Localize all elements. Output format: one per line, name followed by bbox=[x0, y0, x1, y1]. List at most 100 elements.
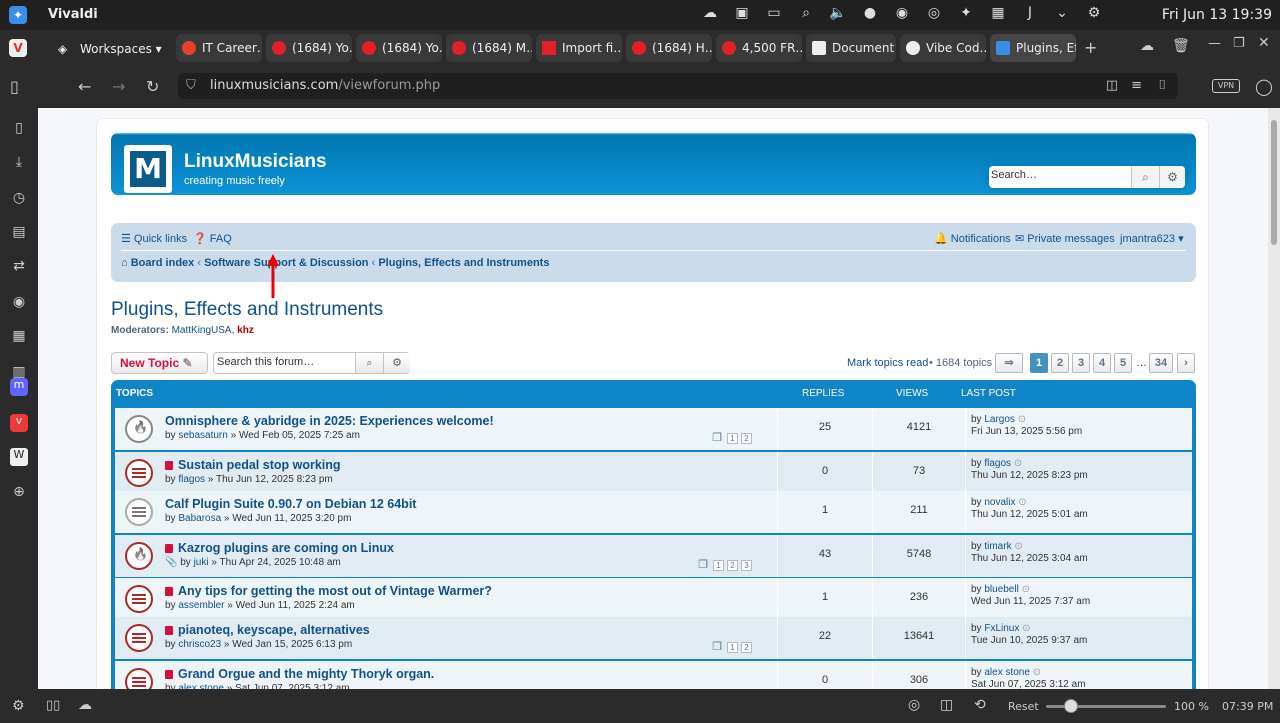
settings-icon[interactable]: ⚙ bbox=[1084, 5, 1104, 21]
topic-page-link[interactable]: 1 bbox=[713, 560, 724, 571]
minimize-button[interactable]: — bbox=[1208, 36, 1221, 51]
quick-links-link[interactable]: ☰ Quick links bbox=[121, 232, 187, 245]
goto-last-post-icon[interactable]: ⊙ bbox=[1019, 623, 1030, 634]
topic-title-link[interactable]: Kazrog plugins are coming on Linux bbox=[165, 541, 394, 555]
topic-title-link[interactable]: Omnisphere & yabridge in 2025: Experienc… bbox=[165, 414, 494, 428]
topic-author-link[interactable]: flagos bbox=[178, 474, 205, 485]
clipboard-icon[interactable]: ▦ bbox=[988, 5, 1008, 21]
moderator-link[interactable]: MattKingUSA bbox=[172, 325, 232, 336]
search-icon[interactable]: ⌕ bbox=[355, 353, 383, 373]
url-field[interactable]: ⛉ linuxmusicians.com/viewforum.php ◫ ≡ ⌷ bbox=[178, 73, 1178, 99]
tray-app-icon[interactable]: ◉ bbox=[892, 5, 912, 21]
topic-page-link[interactable]: 2 bbox=[727, 560, 738, 571]
screenshot-icon[interactable]: ▣ bbox=[732, 5, 752, 21]
unread-post-icon[interactable] bbox=[165, 544, 173, 553]
vivaldi-menu-icon[interactable]: ✦ bbox=[9, 6, 27, 24]
tab-8[interactable]: Document bbox=[806, 34, 896, 62]
topic-page-link[interactable]: 1 bbox=[727, 433, 738, 444]
forward-button[interactable]: → bbox=[112, 77, 125, 96]
topic-page-link[interactable]: 3 bbox=[741, 560, 752, 571]
goto-last-post-icon[interactable]: ⊙ bbox=[1019, 584, 1030, 595]
unread-post-icon[interactable] bbox=[165, 587, 173, 596]
jump-to-page-button[interactable]: ⇒ bbox=[995, 353, 1023, 373]
topic-title-link[interactable]: Grand Orgue and the mighty Thoryk organ. bbox=[165, 667, 434, 681]
next-page-button[interactable]: › bbox=[1177, 353, 1195, 373]
tab-6[interactable]: (1684) H… bbox=[626, 34, 712, 62]
tab-7[interactable]: 4,500 FR… bbox=[716, 34, 802, 62]
tab-1[interactable]: IT Career… bbox=[176, 34, 262, 62]
reader-icon[interactable]: ≡ bbox=[1131, 73, 1142, 99]
chevron-down-icon[interactable]: ⌄ bbox=[1052, 5, 1072, 21]
zoom-reset-button[interactable]: Reset bbox=[1008, 700, 1039, 713]
topic-title-link[interactable]: Any tips for getting the most out of Vin… bbox=[165, 584, 492, 598]
zoom-slider[interactable] bbox=[1046, 699, 1166, 713]
user-menu[interactable]: jmantra623 ▾ bbox=[1120, 232, 1184, 245]
tray-app3-icon[interactable]: ✦ bbox=[956, 5, 976, 21]
page-3[interactable]: 3 bbox=[1072, 353, 1090, 373]
tray-app4-icon[interactable]: J bbox=[1020, 5, 1040, 21]
topic-title-link[interactable]: pianoteq, keyscape, alternatives bbox=[165, 623, 370, 637]
wikipedia-icon[interactable]: W bbox=[10, 448, 28, 466]
forum-search-input[interactable]: Search this forum… bbox=[217, 356, 314, 368]
rss-icon[interactable]: ◫ bbox=[1106, 73, 1118, 99]
bookmark-icon[interactable]: ⌷ bbox=[1158, 73, 1166, 99]
site-name[interactable]: LinuxMusicians bbox=[184, 151, 327, 173]
tab-active[interactable]: Plugins, Eff bbox=[990, 34, 1076, 62]
vivaldi-logo-icon[interactable]: V bbox=[9, 39, 27, 57]
goto-last-post-icon[interactable]: ⊙ bbox=[1015, 414, 1026, 425]
topic-author-link[interactable]: Babarosa bbox=[178, 513, 221, 524]
topic-page-link[interactable]: 1 bbox=[727, 642, 738, 653]
tab-5[interactable]: Import fi… bbox=[536, 34, 622, 62]
topic-page-link[interactable]: 2 bbox=[741, 642, 752, 653]
notes-panel-icon[interactable]: ▤ bbox=[10, 224, 28, 242]
topic-title-link[interactable]: Calf Plugin Suite 0.90.7 on Debian 12 64… bbox=[165, 497, 416, 511]
goto-last-post-icon[interactable]: ⊙ bbox=[1030, 667, 1041, 678]
reading-panel-icon[interactable]: ◉ bbox=[10, 294, 28, 312]
reload-button[interactable]: ↻ bbox=[146, 77, 159, 96]
goto-last-post-icon[interactable]: ⊙ bbox=[1012, 541, 1022, 552]
tab-9[interactable]: Vibe Cod… bbox=[900, 34, 986, 62]
system-clock[interactable]: Fri Jun 13 19:39 bbox=[1162, 7, 1272, 23]
topic-author-link[interactable]: juki bbox=[194, 557, 209, 568]
profile-icon[interactable]: ◯ bbox=[1255, 77, 1273, 96]
tab-4[interactable]: (1684) M… bbox=[446, 34, 532, 62]
page-2[interactable]: 2 bbox=[1051, 353, 1069, 373]
search-icon[interactable]: ⌕ bbox=[1131, 166, 1159, 188]
last-post-author-link[interactable]: bluebell bbox=[984, 584, 1018, 595]
private-messages-link[interactable]: ✉ Private messages bbox=[1015, 232, 1115, 245]
tray-app2-icon[interactable]: ◎ bbox=[924, 5, 944, 21]
site-logo[interactable]: M bbox=[124, 145, 172, 193]
discord-icon[interactable]: ● bbox=[860, 5, 880, 21]
page-1[interactable]: 1 bbox=[1030, 353, 1048, 373]
tab-3[interactable]: (1684) Yo… bbox=[356, 34, 442, 62]
cloud-icon[interactable]: ☁ bbox=[1140, 38, 1154, 54]
page-34[interactable]: 34 bbox=[1149, 353, 1173, 373]
page-scrollbar[interactable] bbox=[1268, 108, 1280, 689]
vivaldi-social-icon[interactable]: v bbox=[10, 414, 28, 432]
crumb-plugins[interactable]: Plugins, Effects and Instruments bbox=[378, 257, 549, 269]
topic-author-link[interactable]: sebasaturn bbox=[178, 430, 227, 441]
unread-post-icon[interactable] bbox=[165, 461, 173, 470]
workspaces-button[interactable]: ◈ Workspaces ▾ bbox=[58, 36, 162, 62]
image-toggle-icon[interactable]: ⟲ bbox=[974, 697, 986, 713]
header-search-input[interactable]: Search… bbox=[991, 169, 1037, 181]
search-icon[interactable]: ⌕ bbox=[796, 5, 816, 21]
new-topic-button[interactable]: New Topic ✎ bbox=[111, 352, 208, 374]
mark-topics-read-link[interactable]: Mark topics read bbox=[847, 357, 928, 369]
topic-title-link[interactable]: Sustain pedal stop working bbox=[165, 458, 341, 472]
page-5[interactable]: 5 bbox=[1114, 353, 1132, 373]
zoom-slider-handle[interactable] bbox=[1064, 699, 1078, 713]
topic-author-link[interactable]: chrisco23 bbox=[178, 639, 221, 650]
close-button[interactable]: ✕ bbox=[1258, 35, 1270, 51]
vpn-button[interactable]: VPN bbox=[1212, 79, 1240, 93]
page-actions-icon[interactable]: ◫ bbox=[940, 697, 953, 713]
gear-icon[interactable]: ⚙ bbox=[1159, 166, 1185, 188]
last-post-author-link[interactable]: novalix bbox=[984, 497, 1015, 508]
back-button[interactable]: ← bbox=[78, 77, 91, 96]
history-panel-icon[interactable]: ◷ bbox=[10, 190, 28, 208]
last-post-author-link[interactable]: flagos bbox=[984, 458, 1011, 469]
new-tab-button[interactable]: + bbox=[1084, 38, 1097, 57]
last-post-author-link[interactable]: FxLinux bbox=[984, 623, 1019, 634]
sync-cloud-icon[interactable]: ☁ bbox=[78, 697, 92, 713]
goto-last-post-icon[interactable]: ⊙ bbox=[1011, 458, 1022, 469]
